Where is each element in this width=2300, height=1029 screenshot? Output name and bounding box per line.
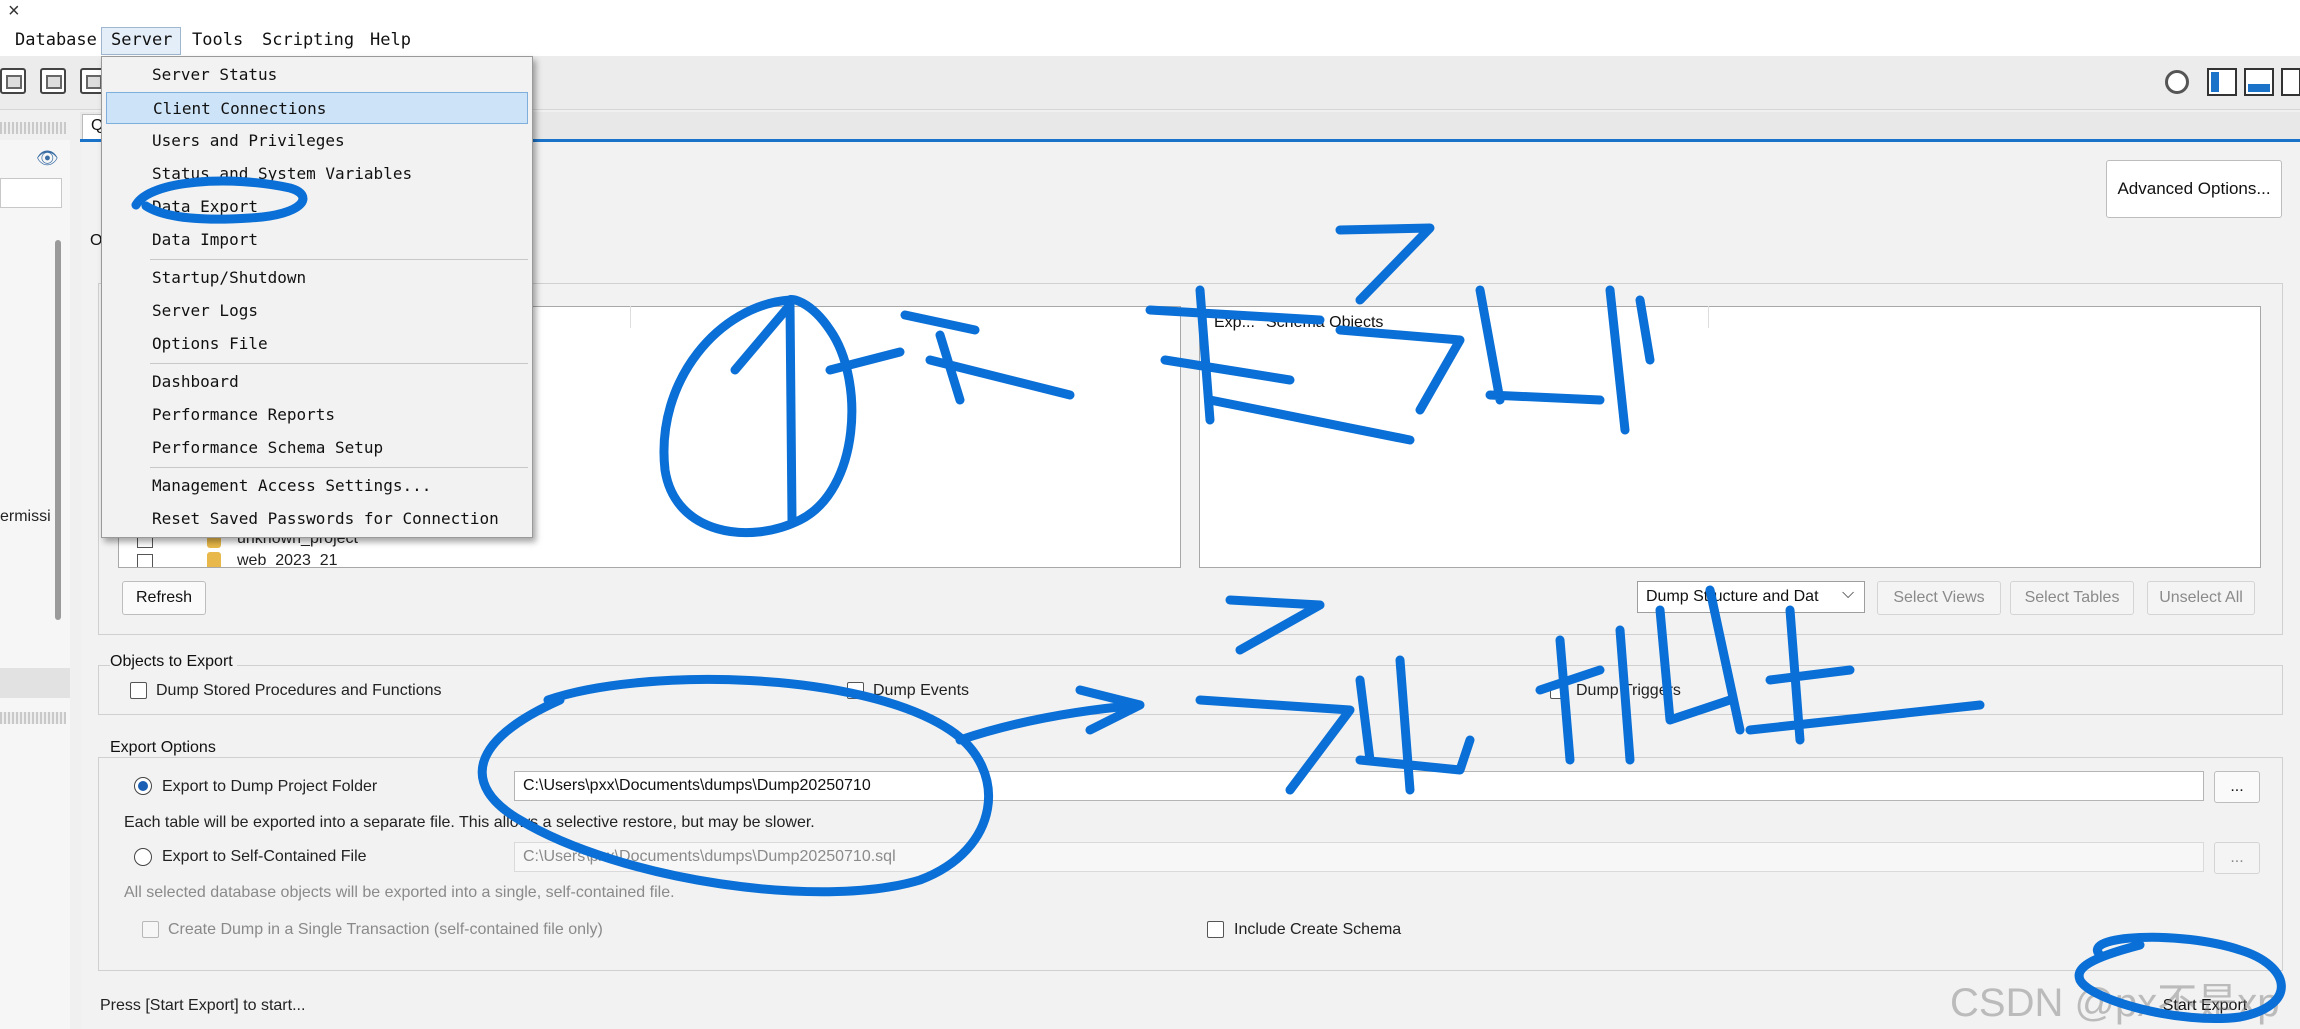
- database-icon: [207, 552, 221, 567]
- objects-group-title: Objects to Export: [110, 653, 237, 671]
- menu-item-server-status[interactable]: Server Status: [102, 59, 530, 91]
- dump-procedures-label: Dump Stored Procedures and Functions: [156, 682, 442, 699]
- eye-icon[interactable]: 👁: [36, 148, 59, 169]
- status-text: Press [Start Export] to start...: [100, 997, 306, 1014]
- column-divider: [630, 306, 631, 328]
- include-create-schema-checkbox[interactable]: [1207, 921, 1224, 938]
- dump-triggers-checkbox[interactable]: [1550, 682, 1567, 699]
- menu-help[interactable]: Help: [370, 30, 411, 50]
- title-strip: [0, 0, 2300, 26]
- manage-connections-icon[interactable]: [40, 68, 66, 94]
- schema-name: web_2023_21: [237, 552, 338, 568]
- server-menu-dropdown: Server Status Client Connections Users a…: [101, 56, 533, 538]
- menu-item-data-export[interactable]: Data Export: [102, 191, 530, 223]
- watermark: CSDN @px不是xp: [1950, 981, 2280, 1025]
- refresh-button[interactable]: Refresh: [122, 581, 206, 615]
- advanced-options-button[interactable]: Advanced Options...: [2106, 160, 2282, 218]
- toggle-sidebar-icon[interactable]: [2207, 68, 2237, 96]
- toggle-secondary-sidebar-icon[interactable]: [2281, 68, 2300, 96]
- export-folder-path-input[interactable]: C:\Users\pxx\Documents\dumps\Dump2025071…: [514, 771, 2204, 801]
- connection-status-icon[interactable]: [2165, 70, 2189, 94]
- menu-separator: [150, 363, 528, 364]
- menu-scripting[interactable]: Scripting: [262, 30, 354, 50]
- export-folder-radio[interactable]: [134, 777, 152, 795]
- dump-triggers-label: Dump Triggers: [1576, 682, 1681, 699]
- menu-server[interactable]: Server: [111, 30, 172, 50]
- export-file-radio[interactable]: [134, 848, 152, 866]
- dump-type-select[interactable]: Dump Structure and Dat: [1637, 581, 1865, 613]
- objects-column-export[interactable]: Exp...: [1214, 314, 1255, 332]
- column-divider: [1708, 306, 1709, 328]
- menu-item-management-access[interactable]: Management Access Settings...: [102, 470, 530, 502]
- schema-checkbox[interactable]: [137, 554, 153, 567]
- dump-procedures-checkbox[interactable]: [130, 682, 147, 699]
- sidebar-filter-input[interactable]: [0, 178, 62, 208]
- sidebar-grip-2[interactable]: [0, 712, 66, 724]
- browse-folder-button[interactable]: ...: [2214, 771, 2260, 803]
- menu-item-performance-schema-setup[interactable]: Performance Schema Setup: [102, 432, 530, 464]
- objects-column-schema-objects[interactable]: Schema Objects: [1266, 314, 1383, 332]
- menu-separator: [150, 259, 528, 260]
- menu-item-data-import[interactable]: Data Import: [102, 224, 530, 256]
- menu-database[interactable]: Database: [15, 30, 97, 50]
- folder-hint: Each table will be exported into a separ…: [124, 814, 815, 831]
- export-group-title: Export Options: [110, 739, 220, 757]
- new-connection-icon[interactable]: [0, 68, 26, 94]
- close-icon[interactable]: ×: [8, 0, 20, 23]
- select-tables-button[interactable]: Select Tables: [2010, 581, 2134, 615]
- export-folder-label: Export to Dump Project Folder: [162, 778, 378, 795]
- unselect-all-button[interactable]: Unselect All: [2147, 581, 2255, 615]
- menu-item-server-logs[interactable]: Server Logs: [102, 295, 530, 327]
- single-transaction-label: Create Dump in a Single Transaction (sel…: [168, 921, 603, 938]
- menu-separator: [150, 467, 528, 468]
- menu-item-performance-reports[interactable]: Performance Reports: [102, 399, 530, 431]
- toggle-output-icon[interactable]: [2244, 68, 2274, 96]
- menu-item-options-file[interactable]: Options File: [102, 328, 530, 360]
- export-file-path-input[interactable]: C:\Users\pxx\Documents\dumps\Dump2025071…: [514, 842, 2204, 872]
- sidebar-section-bar: [0, 668, 70, 698]
- single-transaction-checkbox[interactable]: [142, 921, 159, 938]
- browse-file-button[interactable]: ...: [2214, 842, 2260, 874]
- menu-item-dashboard[interactable]: Dashboard: [102, 366, 530, 398]
- dump-events-checkbox[interactable]: [847, 682, 864, 699]
- sidebar-grip[interactable]: [0, 122, 66, 134]
- menu-tools[interactable]: Tools: [192, 30, 243, 50]
- menu-item-reset-passwords[interactable]: Reset Saved Passwords for Connection: [102, 503, 530, 535]
- sidebar-scrollbar[interactable]: [55, 240, 61, 620]
- menu-item-status-variables[interactable]: Status and System Variables: [102, 158, 530, 190]
- dump-events-label: Dump Events: [873, 682, 970, 699]
- file-hint: All selected database objects will be ex…: [124, 884, 675, 901]
- chevron-down-icon[interactable]: ⌵: [1842, 585, 1854, 603]
- menu-item-users-privileges[interactable]: Users and Privileges: [102, 125, 530, 157]
- list-item[interactable]: web_2023_21: [137, 551, 637, 568]
- menu-item-startup-shutdown[interactable]: Startup/Shutdown: [102, 262, 530, 294]
- sidebar-partial-label: ermissi: [0, 508, 51, 525]
- select-views-button[interactable]: Select Views: [1877, 581, 2001, 615]
- export-file-label: Export to Self-Contained File: [162, 848, 367, 865]
- menu-item-client-connections[interactable]: Client Connections: [106, 92, 528, 124]
- include-create-schema-label: Include Create Schema: [1234, 921, 1402, 938]
- schema-objects-list[interactable]: [1199, 306, 2261, 568]
